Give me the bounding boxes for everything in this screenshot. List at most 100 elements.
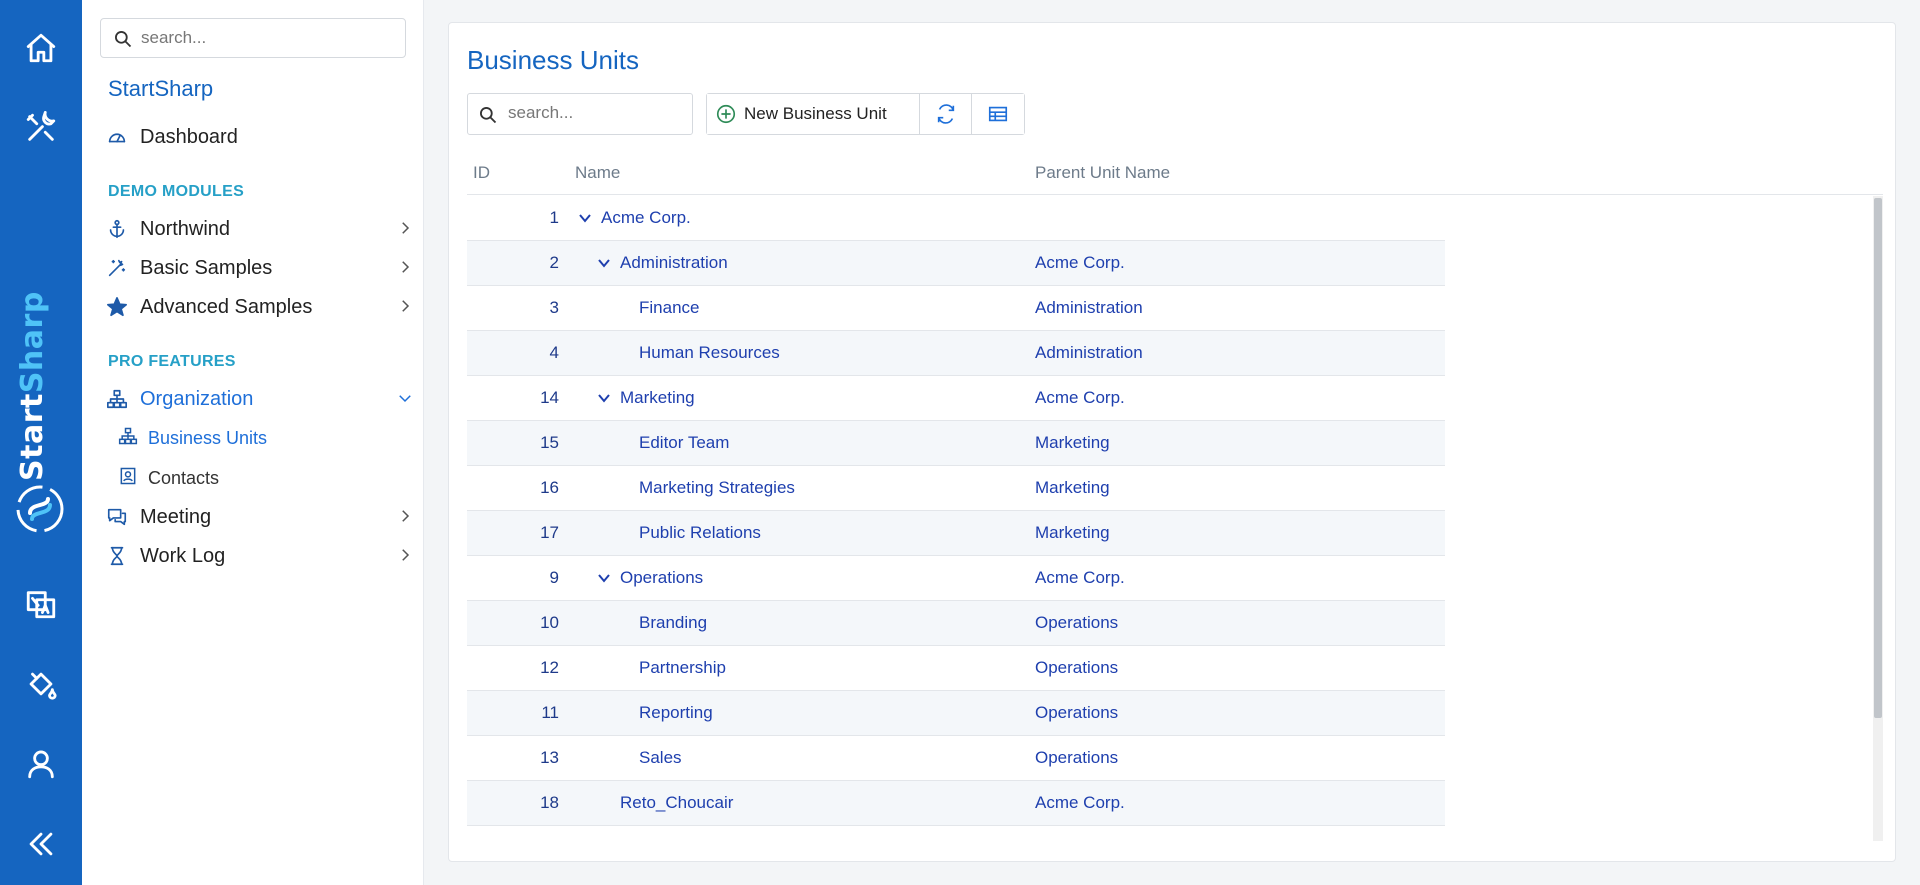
business-units-grid: ID Name Parent Unit Name 1 Acme Corp. 2 Adm… xyxy=(467,151,1883,841)
nav-advanced-samples[interactable]: Advanced Samples xyxy=(100,289,418,325)
table-row[interactable]: 12 Partnership Operations xyxy=(467,646,1445,691)
table-row[interactable]: 1 Acme Corp. xyxy=(467,196,1445,241)
refresh-button[interactable] xyxy=(920,94,972,134)
table-row[interactable]: 17 Public Relations Marketing xyxy=(467,511,1445,556)
search-icon xyxy=(480,107,497,124)
nav-basic-samples-label: Basic Samples xyxy=(140,256,273,279)
nav-work-log[interactable]: Work Log xyxy=(100,538,418,574)
cell-name-link[interactable]: Administration xyxy=(620,253,728,273)
grid-body: 1 Acme Corp. 2 Administration Acme Corp. 3 Fin… xyxy=(467,196,1867,841)
paint-bucket-icon[interactable] xyxy=(0,654,82,714)
cell-id: 10 xyxy=(540,613,559,632)
cell-name-link[interactable]: Partnership xyxy=(639,658,726,678)
icon-rail: StartSharp xyxy=(0,0,82,885)
cell-name-link[interactable]: Technology xyxy=(620,838,706,841)
scrollbar-thumb[interactable] xyxy=(1874,198,1882,718)
nav-contacts[interactable]: Contacts xyxy=(118,461,418,495)
table-row[interactable]: 15 Editor Team Marketing xyxy=(467,421,1445,466)
nav-advanced-samples-label: Advanced Samples xyxy=(140,295,313,318)
table-row[interactable]: 13 Sales Operations xyxy=(467,736,1445,781)
table-row[interactable]: 11 Reporting Operations xyxy=(467,691,1445,736)
contact-card-icon xyxy=(120,467,136,485)
cell-id: 13 xyxy=(540,748,559,767)
cell-parent: Acme Corp. xyxy=(1035,568,1125,587)
column-header-parent[interactable]: Parent Unit Name xyxy=(1035,163,1170,183)
nav-northwind[interactable]: Northwind xyxy=(100,211,418,247)
cell-name-link[interactable]: Marketing Strategies xyxy=(639,478,795,498)
collapse-icon[interactable] xyxy=(0,814,82,874)
table-row[interactable]: 18 Reto_Choucair Acme Corp. xyxy=(467,781,1445,826)
chat-bubbles-icon xyxy=(107,508,127,526)
dashboard-gauge-icon xyxy=(108,133,126,143)
expand-chevron-icon[interactable] xyxy=(596,570,612,586)
cell-parent: Marketing xyxy=(1035,523,1110,542)
cell-id: 16 xyxy=(540,478,559,497)
grid-toolbar: New Business Unit xyxy=(706,93,1025,135)
cell-name-link[interactable]: Finance xyxy=(639,298,699,318)
plus-circle-icon xyxy=(716,104,736,124)
tools-icon[interactable] xyxy=(0,98,82,158)
table-row[interactable]: 4 Human Resources Administration xyxy=(467,331,1445,376)
cell-name-link[interactable]: Editor Team xyxy=(639,433,729,453)
chevron-right-icon xyxy=(402,261,410,273)
refresh-icon xyxy=(937,104,954,124)
cell-id: 3 xyxy=(549,298,559,317)
cell-id: 17 xyxy=(540,523,559,542)
hourglass-icon xyxy=(110,546,124,566)
cell-parent: Administration xyxy=(1035,343,1143,362)
grid-scrollbar[interactable] xyxy=(1873,196,1883,841)
new-business-unit-button[interactable]: New Business Unit xyxy=(707,94,920,134)
cell-name-link[interactable]: Branding xyxy=(639,613,707,633)
column-picker-button[interactable] xyxy=(972,94,1024,134)
nav-dashboard[interactable]: Dashboard xyxy=(100,119,418,155)
cell-id: 1 xyxy=(549,208,559,227)
nav-organization[interactable]: Organization xyxy=(100,381,418,417)
column-header-name[interactable]: Name xyxy=(575,163,620,183)
table-row[interactable]: 2 Administration Acme Corp. xyxy=(467,241,1445,286)
nav-dashboard-label: Dashboard xyxy=(140,125,238,148)
expand-chevron-icon[interactable] xyxy=(596,255,612,271)
grid-search[interactable] xyxy=(467,93,693,135)
chevron-right-icon xyxy=(402,510,410,522)
translate-icon[interactable] xyxy=(0,574,82,634)
chevron-right-icon xyxy=(402,549,410,561)
cell-parent: Operations xyxy=(1035,703,1119,722)
cell-name-link[interactable]: Sales xyxy=(639,748,682,768)
cell-name-link[interactable]: Marketing xyxy=(620,388,695,408)
table-row[interactable]: 10 Branding Operations xyxy=(467,601,1445,646)
column-header-id[interactable]: ID xyxy=(473,163,490,183)
cell-name-link[interactable]: Reporting xyxy=(639,703,713,723)
table-row[interactable]: 9 Operations Acme Corp. xyxy=(467,556,1445,601)
expand-chevron-icon[interactable] xyxy=(577,210,593,226)
cell-id: 4 xyxy=(549,343,559,362)
table-row[interactable]: 16 Marketing Strategies Marketing xyxy=(467,466,1445,511)
section-pro-features: PRO FEATURES xyxy=(108,353,236,370)
nav-basic-samples[interactable]: Basic Samples xyxy=(100,250,418,286)
home-icon[interactable] xyxy=(0,18,82,78)
sidebar-search[interactable] xyxy=(100,18,406,58)
cell-name-link[interactable]: Reto_Choucair xyxy=(620,793,733,813)
table-row[interactable]: 14 Marketing Acme Corp. xyxy=(467,376,1445,421)
nav-meeting[interactable]: Meeting xyxy=(100,499,418,535)
section-demo-modules: DEMO MODULES xyxy=(108,183,245,200)
expand-chevron-icon[interactable] xyxy=(596,840,612,841)
org-chart-icon xyxy=(118,427,138,445)
grid-search-input[interactable] xyxy=(508,103,678,123)
table-row[interactable]: 5 Technology Acme Corp. xyxy=(467,826,1445,841)
nav-work-log-label: Work Log xyxy=(140,544,226,567)
cell-parent: Administration xyxy=(1035,298,1143,317)
expand-chevron-icon[interactable] xyxy=(596,390,612,406)
nav-business-units[interactable]: Business Units xyxy=(118,421,418,455)
cell-name-link[interactable]: Public Relations xyxy=(639,523,761,543)
user-icon[interactable] xyxy=(0,734,82,794)
cell-name-link[interactable]: Acme Corp. xyxy=(601,208,691,228)
anchor-icon xyxy=(109,219,125,239)
cell-id: 15 xyxy=(540,433,559,452)
cell-id: 12 xyxy=(540,658,559,677)
cell-name-link[interactable]: Human Resources xyxy=(639,343,780,363)
table-row[interactable]: 3 Finance Administration xyxy=(467,286,1445,331)
cell-id: 18 xyxy=(540,793,559,812)
cell-name-link[interactable]: Operations xyxy=(620,568,703,588)
star-icon xyxy=(107,297,127,317)
sidebar-search-input[interactable] xyxy=(141,28,381,48)
